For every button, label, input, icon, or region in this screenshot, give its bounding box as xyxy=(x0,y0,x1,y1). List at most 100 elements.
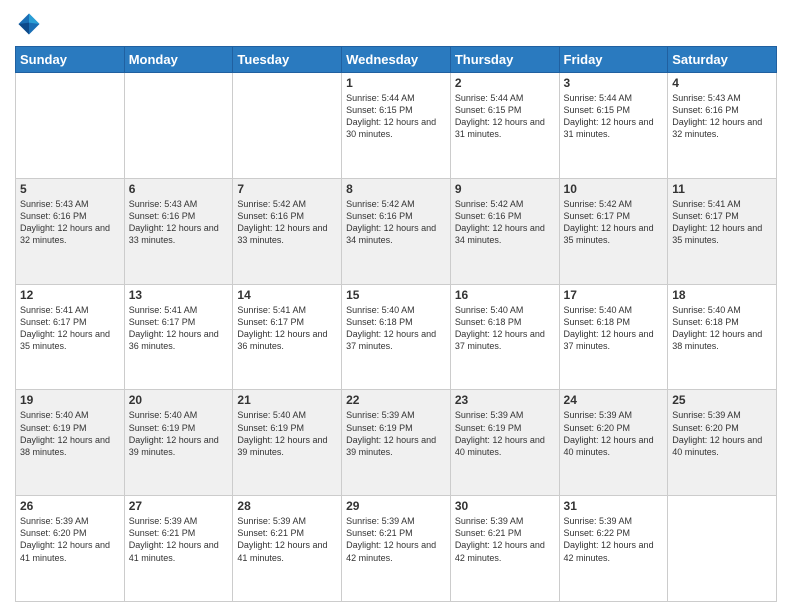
day-cell: 5Sunrise: 5:43 AM Sunset: 6:16 PM Daylig… xyxy=(16,178,125,284)
day-cell xyxy=(668,496,777,602)
day-cell: 4 Sunrise: 5:43 AM Sunset: 6:16 PM Daylig… xyxy=(668,73,777,179)
day-info: Sunrise: 5:42 AM Sunset: 6:16 PM Dayligh… xyxy=(455,198,555,247)
day-info: Sunrise: 5:42 AM Sunset: 6:17 PM Dayligh… xyxy=(564,198,664,247)
day-number: 7 xyxy=(237,182,337,196)
day-cell: 12Sunrise: 5:41 AM Sunset: 6:17 PM Dayli… xyxy=(16,284,125,390)
day-cell: 26 Sunrise: 5:39 AM Sunset: 6:20 PM Dayli… xyxy=(16,496,125,602)
day-cell: 6 Sunrise: 5:43 AM Sunset: 6:16 PM Daylig… xyxy=(124,178,233,284)
day-cell xyxy=(124,73,233,179)
day-info: Sunrise: 5:40 AM Sunset: 6:18 PM Dayligh… xyxy=(346,304,446,353)
day-cell xyxy=(16,73,125,179)
day-number: 15 xyxy=(346,288,446,302)
day-info: Sunrise: 5:43 AM Sunset: 6:16 PM Dayligh… xyxy=(672,92,772,141)
day-info: Sunrise: 5:39 AM Sunset: 6:20 PM Dayligh… xyxy=(20,515,120,564)
day-info: Sunrise: 5:44 AM Sunset: 6:15 PM Dayligh… xyxy=(346,92,446,141)
day-info: Sunrise: 5:40 AM Sunset: 6:18 PM Dayligh… xyxy=(672,304,772,353)
day-info: Sunrise: 5:43 AM Sunset: 6:16 PM Dayligh… xyxy=(20,198,120,247)
day-cell: 25 Sunrise: 5:39 AM Sunset: 6:20 PM Dayli… xyxy=(668,390,777,496)
day-number: 18 xyxy=(672,288,772,302)
day-number: 1 xyxy=(346,76,446,90)
day-number: 6 xyxy=(129,182,229,196)
day-cell: 20 Sunrise: 5:40 AM Sunset: 6:19 PM Dayli… xyxy=(124,390,233,496)
day-cell: 24 Sunrise: 5:39 AM Sunset: 6:20 PM Dayli… xyxy=(559,390,668,496)
day-info: Sunrise: 5:41 AM Sunset: 6:17 PM Dayligh… xyxy=(672,198,772,247)
day-info: Sunrise: 5:40 AM Sunset: 6:19 PM Dayligh… xyxy=(20,409,120,458)
day-info: Sunrise: 5:41 AM Sunset: 6:17 PM Dayligh… xyxy=(129,304,229,353)
day-number: 17 xyxy=(564,288,664,302)
day-number: 13 xyxy=(129,288,229,302)
day-cell: 21Sunrise: 5:40 AM Sunset: 6:19 PM Dayli… xyxy=(233,390,342,496)
logo-icon xyxy=(15,10,43,38)
day-info: Sunrise: 5:44 AM Sunset: 6:15 PM Dayligh… xyxy=(564,92,664,141)
day-number: 28 xyxy=(237,499,337,513)
day-cell: 19 Sunrise: 5:40 AM Sunset: 6:19 PM Dayli… xyxy=(16,390,125,496)
day-info: Sunrise: 5:39 AM Sunset: 6:21 PM Dayligh… xyxy=(237,515,337,564)
day-cell: 3 Sunrise: 5:44 AM Sunset: 6:15 PM Daylig… xyxy=(559,73,668,179)
day-number: 31 xyxy=(564,499,664,513)
day-cell: 28 Sunrise: 5:39 AM Sunset: 6:21 PM Dayli… xyxy=(233,496,342,602)
day-info: Sunrise: 5:43 AM Sunset: 6:16 PM Dayligh… xyxy=(129,198,229,247)
col-header-sunday: Sunday xyxy=(16,47,125,73)
day-number: 20 xyxy=(129,393,229,407)
week-row-2: 5Sunrise: 5:43 AM Sunset: 6:16 PM Daylig… xyxy=(16,178,777,284)
day-number: 9 xyxy=(455,182,555,196)
week-row-4: 19 Sunrise: 5:40 AM Sunset: 6:19 PM Dayli… xyxy=(16,390,777,496)
day-cell: 31 Sunrise: 5:39 AM Sunset: 6:22 PM Dayli… xyxy=(559,496,668,602)
week-row-5: 26 Sunrise: 5:39 AM Sunset: 6:20 PM Dayli… xyxy=(16,496,777,602)
day-cell: 15 Sunrise: 5:40 AM Sunset: 6:18 PM Dayli… xyxy=(342,284,451,390)
day-number: 8 xyxy=(346,182,446,196)
calendar-table: SundayMondayTuesdayWednesdayThursdayFrid… xyxy=(15,46,777,602)
day-number: 12 xyxy=(20,288,120,302)
day-cell: 2Sunrise: 5:44 AM Sunset: 6:15 PM Daylig… xyxy=(450,73,559,179)
day-info: Sunrise: 5:39 AM Sunset: 6:19 PM Dayligh… xyxy=(455,409,555,458)
col-header-wednesday: Wednesday xyxy=(342,47,451,73)
day-cell: 7 Sunrise: 5:42 AM Sunset: 6:16 PM Daylig… xyxy=(233,178,342,284)
day-number: 24 xyxy=(564,393,664,407)
col-header-friday: Friday xyxy=(559,47,668,73)
day-number: 25 xyxy=(672,393,772,407)
day-info: Sunrise: 5:39 AM Sunset: 6:20 PM Dayligh… xyxy=(672,409,772,458)
day-number: 19 xyxy=(20,393,120,407)
day-cell: 22Sunrise: 5:39 AM Sunset: 6:19 PM Dayli… xyxy=(342,390,451,496)
day-number: 23 xyxy=(455,393,555,407)
day-cell: 17 Sunrise: 5:40 AM Sunset: 6:18 PM Dayli… xyxy=(559,284,668,390)
day-cell xyxy=(233,73,342,179)
day-info: Sunrise: 5:39 AM Sunset: 6:20 PM Dayligh… xyxy=(564,409,664,458)
day-number: 4 xyxy=(672,76,772,90)
day-info: Sunrise: 5:39 AM Sunset: 6:22 PM Dayligh… xyxy=(564,515,664,564)
day-info: Sunrise: 5:40 AM Sunset: 6:19 PM Dayligh… xyxy=(129,409,229,458)
day-info: Sunrise: 5:42 AM Sunset: 6:16 PM Dayligh… xyxy=(237,198,337,247)
day-number: 30 xyxy=(455,499,555,513)
day-info: Sunrise: 5:40 AM Sunset: 6:18 PM Dayligh… xyxy=(564,304,664,353)
day-info: Sunrise: 5:39 AM Sunset: 6:21 PM Dayligh… xyxy=(346,515,446,564)
week-row-3: 12 Sunrise: 5:41 AM Sunset: 6:17 PM Dayli… xyxy=(16,284,777,390)
day-number: 21 xyxy=(237,393,337,407)
calendar-header-row: SundayMondayTuesdayWednesdayThursdayFrid… xyxy=(16,47,777,73)
day-cell: 8 Sunrise: 5:42 AM Sunset: 6:16 PM Daylig… xyxy=(342,178,451,284)
col-header-saturday: Saturday xyxy=(668,47,777,73)
day-number: 29 xyxy=(346,499,446,513)
day-number: 11 xyxy=(672,182,772,196)
week-row-1: 1 Sunrise: 5:44 AM Sunset: 6:15 PM Daylig… xyxy=(16,73,777,179)
logo xyxy=(15,10,47,38)
day-cell: 10Sunrise: 5:42 AM Sunset: 6:17 PM Dayli… xyxy=(559,178,668,284)
day-info: Sunrise: 5:39 AM Sunset: 6:19 PM Dayligh… xyxy=(346,409,446,458)
day-info: Sunrise: 5:40 AM Sunset: 6:18 PM Dayligh… xyxy=(455,304,555,353)
day-number: 16 xyxy=(455,288,555,302)
col-header-thursday: Thursday xyxy=(450,47,559,73)
day-cell: 16 Sunrise: 5:40 AM Sunset: 6:18 PM Dayli… xyxy=(450,284,559,390)
day-number: 3 xyxy=(564,76,664,90)
day-info: Sunrise: 5:41 AM Sunset: 6:17 PM Dayligh… xyxy=(237,304,337,353)
day-info: Sunrise: 5:44 AM Sunset: 6:15 PM Dayligh… xyxy=(455,92,555,141)
day-number: 14 xyxy=(237,288,337,302)
day-cell: 30 Sunrise: 5:39 AM Sunset: 6:21 PM Dayli… xyxy=(450,496,559,602)
day-cell: 27Sunrise: 5:39 AM Sunset: 6:21 PM Dayli… xyxy=(124,496,233,602)
col-header-monday: Monday xyxy=(124,47,233,73)
col-header-tuesday: Tuesday xyxy=(233,47,342,73)
day-cell: 1 Sunrise: 5:44 AM Sunset: 6:15 PM Daylig… xyxy=(342,73,451,179)
day-info: Sunrise: 5:39 AM Sunset: 6:21 PM Dayligh… xyxy=(129,515,229,564)
day-number: 26 xyxy=(20,499,120,513)
day-cell: 14 Sunrise: 5:41 AM Sunset: 6:17 PM Dayli… xyxy=(233,284,342,390)
day-info: Sunrise: 5:42 AM Sunset: 6:16 PM Dayligh… xyxy=(346,198,446,247)
day-info: Sunrise: 5:39 AM Sunset: 6:21 PM Dayligh… xyxy=(455,515,555,564)
